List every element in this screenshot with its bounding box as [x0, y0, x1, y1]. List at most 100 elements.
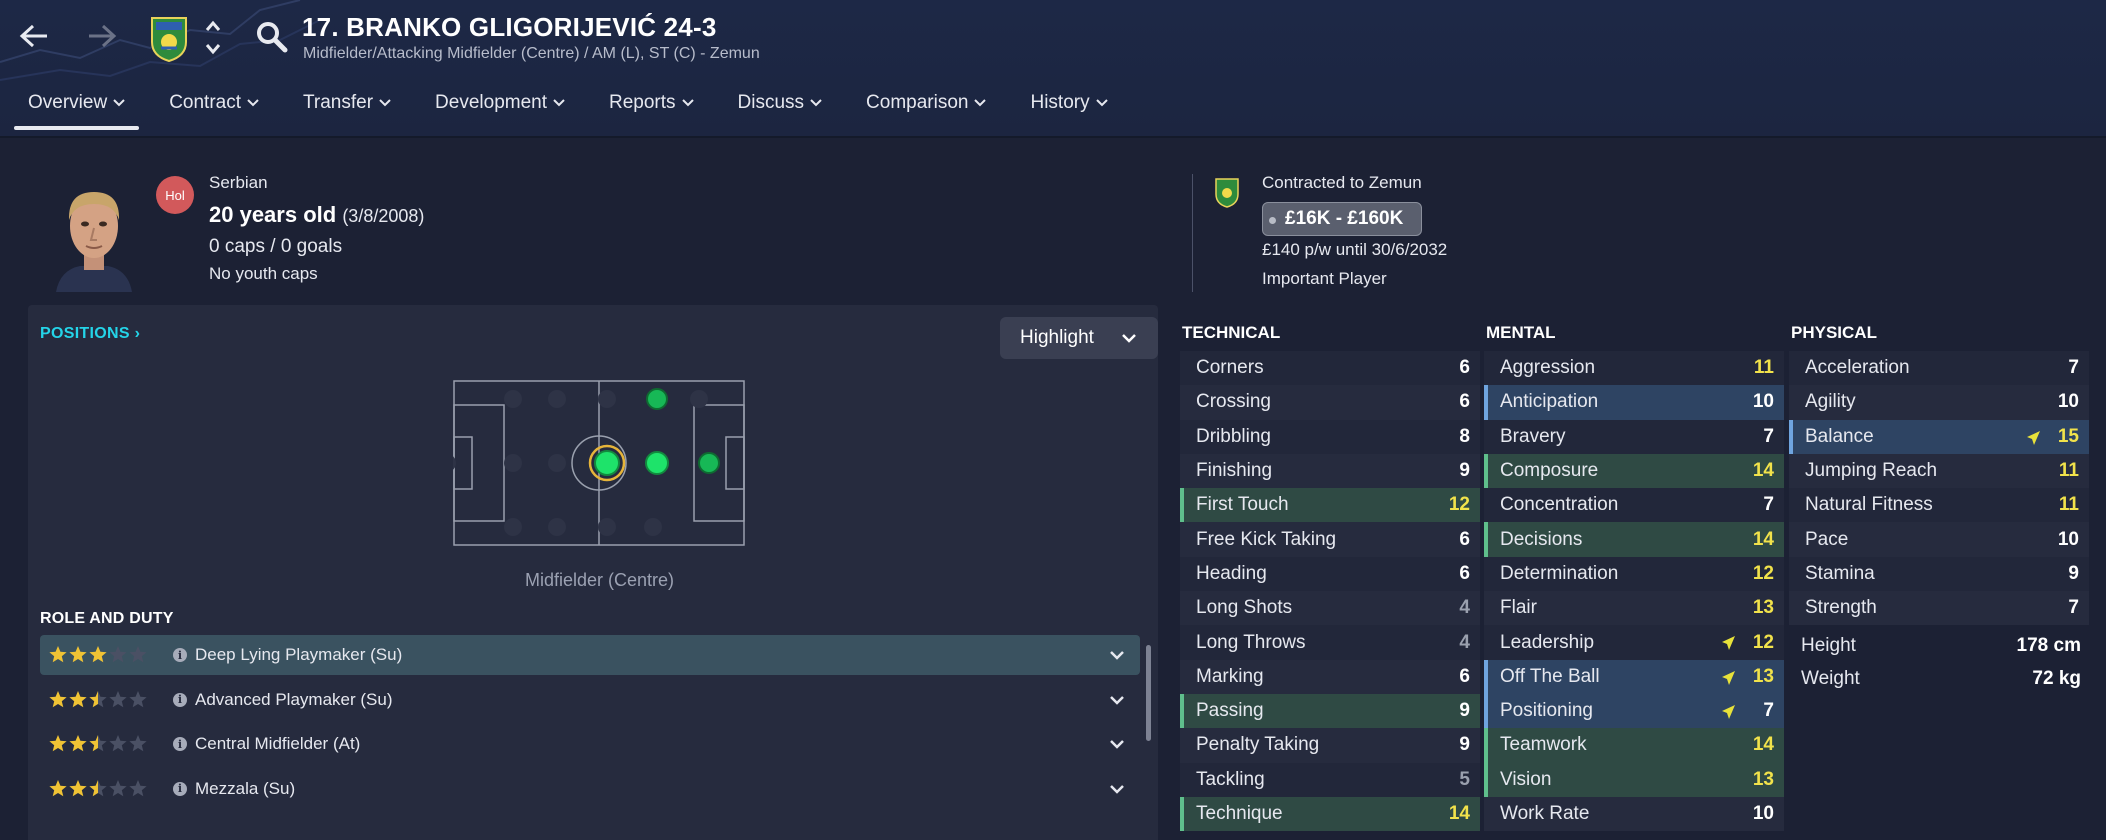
- attribute-row-determination[interactable]: Determination 12: [1484, 556, 1784, 592]
- forward-button[interactable]: [82, 16, 122, 56]
- chevron-down-icon[interactable]: [1110, 695, 1124, 705]
- attribute-row-bravery[interactable]: Bravery 7: [1484, 419, 1784, 454]
- info-icon[interactable]: i: [173, 648, 187, 662]
- height-row: Height 178 cm: [1789, 629, 2089, 662]
- attribute-row-corners[interactable]: Corners 6: [1180, 351, 1480, 386]
- attribute-value: 4: [1459, 597, 1470, 619]
- attribute-row-strength[interactable]: Strength 7: [1789, 591, 2089, 626]
- attribute-row-composure[interactable]: Composure 14: [1484, 453, 1784, 489]
- attribute-row-passing[interactable]: Passing 9: [1180, 693, 1480, 729]
- chevron-down-icon[interactable]: [1110, 739, 1124, 749]
- attribute-row-teamwork[interactable]: Teamwork 14: [1484, 728, 1784, 763]
- attribute-row-vision[interactable]: Vision 13: [1484, 762, 1784, 797]
- tab-bar: Overview Contract Transfer Development Repor…: [14, 92, 1138, 132]
- club-crest-icon[interactable]: [150, 14, 188, 62]
- chevron-down-icon[interactable]: [1110, 650, 1124, 660]
- info-icon[interactable]: i: [173, 737, 187, 751]
- attribute-value: 5: [1459, 768, 1470, 790]
- attribute-name: Aggression: [1500, 357, 1596, 379]
- attribute-row-marking[interactable]: Marking 6: [1180, 659, 1480, 694]
- attribute-row-off-the-ball[interactable]: Off The Ball 13: [1484, 659, 1784, 694]
- attribute-row-penalty-taking[interactable]: Penalty Taking 9: [1180, 728, 1480, 763]
- weight-label: Weight: [1801, 667, 1860, 689]
- attribute-value: 9: [1459, 734, 1470, 756]
- trend-up-arrow-icon: [1722, 636, 1735, 651]
- attribute-name: First Touch: [1196, 494, 1289, 516]
- attribute-name: Leadership: [1500, 631, 1595, 653]
- attribute-value: 14: [1752, 528, 1774, 550]
- club-switch-icon[interactable]: [204, 18, 222, 58]
- highlight-label: Highlight: [1020, 327, 1094, 348]
- technical-heading: TECHNICAL: [1182, 323, 1281, 342]
- attribute-row-leadership[interactable]: Leadership 12: [1484, 625, 1784, 660]
- chevron-down-icon: [810, 99, 822, 107]
- attribute-name: Determination: [1500, 562, 1619, 584]
- attribute-value: 14: [1752, 460, 1774, 482]
- tab-history[interactable]: History: [1016, 92, 1121, 132]
- attribute-row-crossing[interactable]: Crossing 6: [1180, 385, 1480, 420]
- attribute-row-finishing[interactable]: Finishing 9: [1180, 453, 1480, 489]
- attribute-row-aggression[interactable]: Aggression 11: [1484, 351, 1784, 386]
- tab-label: Overview: [28, 92, 108, 113]
- info-icon[interactable]: i: [173, 692, 187, 707]
- tab-discuss[interactable]: Discuss: [724, 92, 837, 132]
- tab-reports[interactable]: Reports: [595, 92, 708, 132]
- chevron-down-icon[interactable]: [1110, 784, 1124, 794]
- attribute-name: Concentration: [1500, 494, 1619, 516]
- attribute-row-jumping-reach[interactable]: Jumping Reach 11: [1789, 453, 2089, 489]
- attribute-row-pace[interactable]: Pace 10: [1789, 522, 2089, 557]
- attribute-row-first-touch[interactable]: First Touch 12: [1180, 488, 1480, 523]
- tab-comparison[interactable]: Comparison: [852, 92, 1000, 132]
- attribute-value: 6: [1459, 391, 1470, 413]
- age-value: 20 years old: [209, 202, 337, 227]
- role-row[interactable]: i Mezzala (Su): [40, 769, 1140, 809]
- attribute-name: Free Kick Taking: [1196, 528, 1337, 550]
- role-row[interactable]: i Deep Lying Playmaker (Su): [40, 635, 1140, 675]
- attribute-row-work-rate[interactable]: Work Rate 10: [1484, 796, 1784, 832]
- role-suitability-stars: [40, 734, 170, 754]
- attribute-row-acceleration[interactable]: Acceleration 7: [1789, 351, 2089, 386]
- back-button[interactable]: [14, 16, 54, 56]
- role-list-scrollbar[interactable]: [1146, 645, 1151, 741]
- attribute-row-free-kick-taking[interactable]: Free Kick Taking 6: [1180, 522, 1480, 557]
- attribute-row-anticipation[interactable]: Anticipation 10: [1484, 385, 1784, 420]
- attribute-name: Pace: [1805, 528, 1849, 550]
- info-icon[interactable]: i: [173, 781, 187, 796]
- tab-label: Development: [435, 92, 547, 113]
- value-price-tag[interactable]: £16K - £160K: [1262, 202, 1423, 236]
- attribute-row-heading[interactable]: Heading 6: [1180, 556, 1480, 592]
- attribute-row-agility[interactable]: Agility 10: [1789, 385, 2089, 420]
- role-suitability-stars: [40, 645, 170, 665]
- weight-row: Weight 72 kg: [1789, 662, 2089, 695]
- attribute-value: 6: [1459, 357, 1470, 379]
- attribute-row-long-throws[interactable]: Long Throws 4: [1180, 625, 1480, 660]
- positions-link[interactable]: POSITIONS ›: [40, 325, 140, 343]
- attribute-row-positioning[interactable]: Positioning 7: [1484, 693, 1784, 729]
- tab-transfer[interactable]: Transfer: [289, 92, 405, 132]
- attribute-value: 9: [1459, 700, 1470, 722]
- holiday-badge[interactable]: Hol: [156, 176, 194, 214]
- attribute-row-balance[interactable]: Balance 15: [1789, 419, 2089, 454]
- attribute-row-dribbling[interactable]: Dribbling 8: [1180, 419, 1480, 454]
- tab-development[interactable]: Development: [421, 92, 579, 132]
- selected-position-label: Midfielder (Centre): [524, 570, 675, 590]
- attribute-row-stamina[interactable]: Stamina 9: [1789, 556, 2089, 592]
- youth-caps: No youth caps: [209, 264, 318, 283]
- physical-heading: PHYSICAL: [1791, 323, 1877, 342]
- attribute-row-technique[interactable]: Technique 14: [1180, 796, 1480, 832]
- search-icon[interactable]: [255, 20, 289, 54]
- attribute-row-concentration[interactable]: Concentration 7: [1484, 488, 1784, 523]
- tab-overview[interactable]: Overview: [14, 92, 140, 132]
- tab-label: Contract: [169, 92, 241, 113]
- role-row[interactable]: i Advanced Playmaker (Su): [40, 680, 1140, 720]
- attribute-row-tackling[interactable]: Tackling 5: [1180, 762, 1480, 797]
- attribute-row-natural-fitness[interactable]: Natural Fitness 11: [1789, 488, 2089, 523]
- attribute-row-flair[interactable]: Flair 13: [1484, 591, 1784, 626]
- attribute-row-long-shots[interactable]: Long Shots 4: [1180, 591, 1480, 626]
- tab-contract[interactable]: Contract: [155, 92, 273, 132]
- attribute-name: Marking: [1196, 665, 1264, 687]
- attribute-row-decisions[interactable]: Decisions 14: [1484, 522, 1784, 557]
- highlight-dropdown[interactable]: Highlight: [1000, 317, 1158, 359]
- role-row[interactable]: i Central Midfielder (At): [40, 724, 1140, 764]
- attribute-name: Tackling: [1196, 768, 1265, 790]
